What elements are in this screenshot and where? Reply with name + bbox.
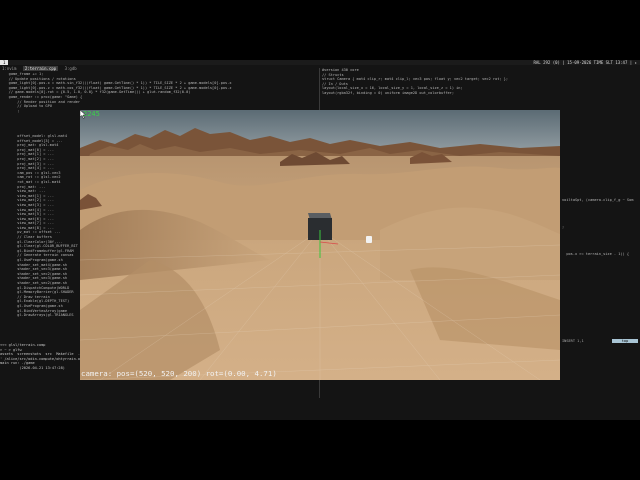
window-manager-status-bar: 1 RAL 292 (0) | 15-09-2026 TIME SLT 13:4…: [0, 60, 640, 65]
editor-command-status: INSERT 1,1: [562, 339, 584, 343]
letterbox-top: [0, 0, 640, 60]
code-line: offset_model: glsl.mat4: [0, 134, 68, 138]
code-fragment: pos.x >= terrain_size - 1)) {: [562, 252, 630, 256]
code-fragment: ;: [562, 225, 565, 229]
light-marker-icon: [366, 236, 372, 243]
game-render-window[interactable]: 2245 camera: pos=(520, 520, 200) rot=(0.…: [80, 110, 560, 380]
code-lines-right: #version 430 core// Structs struct Camera…: [322, 68, 640, 96]
status-info: RAL 292 (0) | 15-09-2026 TIME SLT 13:47 …: [533, 60, 637, 65]
workspace-tag[interactable]: 1: [0, 60, 9, 65]
letterbox-bottom: [0, 420, 640, 480]
mouse-pointer-icon: [80, 110, 86, 119]
desktop-screen: 1 RAL 292 (0) | 15-09-2026 TIME SLT 13:4…: [0, 60, 640, 420]
camera-readout: camera: pos=(520, 520, 200) rot=(0.00, 4…: [81, 369, 277, 378]
code-line: shader_set_vec2(game.sh: [0, 281, 68, 285]
tmux-tab-line: 1:nvim 2:terrain.cpp 3:gdb: [0, 66, 320, 71]
code-lines-left: game_frame += 1; // Update positions / r…: [0, 72, 318, 113]
tmux-tab-active[interactable]: 2:terrain.cpp: [22, 66, 59, 71]
code-line: layout(rgba32f, binding = 0) uniform ima…: [322, 90, 454, 95]
editor-mode-badge: top: [612, 339, 638, 343]
code-fragment: voiltaSpt, (camera.clip_f_g ~ Som: [562, 198, 634, 202]
terrain-scene: [80, 110, 560, 380]
code-line: gl.DrawArrays(gl.TRIANGLES: [0, 313, 74, 318]
tmux-tab[interactable]: 3:gdb: [63, 66, 79, 71]
tmux-tab[interactable]: 1:nvim: [0, 66, 18, 71]
code-lines-left-lower: offset_model: glsl.mat4 offset_model[3] …: [0, 134, 78, 318]
